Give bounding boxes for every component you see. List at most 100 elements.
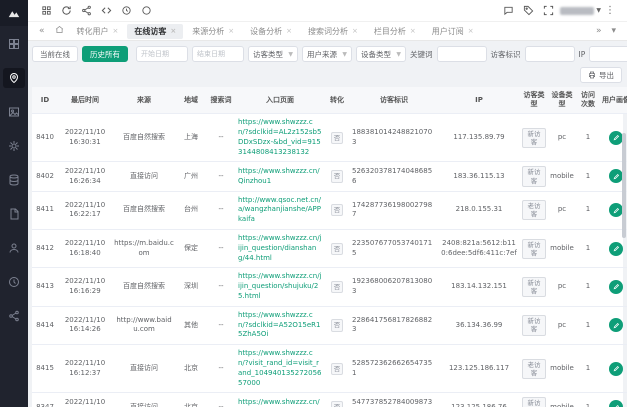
tab-user-subscription[interactable]: 用户订阅× <box>425 24 481 39</box>
cell-device-type: pc <box>548 114 576 162</box>
cell-search-word: -- <box>206 162 236 191</box>
close-tab-icon[interactable]: × <box>352 27 358 35</box>
user-profile-button[interactable] <box>609 242 623 256</box>
sidebar-item-settings[interactable] <box>3 136 25 156</box>
table-row[interactable]: 8412 2022/11/10 16:18:40 https://m.baidu… <box>32 230 627 268</box>
status-circle-icon[interactable] <box>136 3 156 19</box>
table-row[interactable]: 8347 2022/11/10 16:12:37 直接访问 北京 -- http… <box>32 393 627 407</box>
page-content: 当前在线 历史所有 访客类型▼ 用户来源▼ 设备类型▼ 关键词 访客标识 IP … <box>28 41 627 407</box>
close-tab-icon[interactable]: × <box>286 27 292 35</box>
ip-input[interactable] <box>589 46 627 62</box>
entry-page-link[interactable]: https://www.shwzzz.cn/news/hyxw/1114.htm… <box>238 398 320 407</box>
cell-id: 8412 <box>32 230 58 268</box>
table-row[interactable]: 8411 2022/11/10 16:22:17 百度自然搜索 台州 -- ht… <box>32 191 627 229</box>
tabs-collapse-left-icon[interactable]: « <box>34 26 50 36</box>
tab-column-analysis[interactable]: 栏目分析× <box>367 24 423 39</box>
close-tab-icon[interactable]: × <box>468 27 474 35</box>
entry-page-link[interactable]: https://www.shwzzz.cn/jijin_question/dia… <box>238 234 322 262</box>
dashboard-icon <box>8 38 20 50</box>
user-source-select[interactable]: 用户来源▼ <box>302 46 352 62</box>
sidebar-item-documents[interactable] <box>3 204 25 224</box>
sidebar-item-database[interactable] <box>3 170 25 190</box>
close-tab-icon[interactable]: × <box>170 27 176 35</box>
export-label: 导出 <box>599 70 614 81</box>
cell-id: 8413 <box>32 268 58 306</box>
entry-page-link[interactable]: http://www.qsoc.net.cn/a/wangzhanjianshe… <box>238 196 321 224</box>
share-icon[interactable] <box>76 3 96 19</box>
username-masked[interactable] <box>560 7 594 15</box>
close-tab-icon[interactable]: × <box>113 27 119 35</box>
cell-converted: 否 <box>324 345 350 393</box>
converted-badge: 否 <box>331 319 344 331</box>
cell-visitor-id: 5477378527840098731 <box>350 393 438 407</box>
cell-visitor-type: 新访客 <box>520 393 548 407</box>
export-button[interactable]: 导出 <box>580 67 622 83</box>
tab-searchword-analysis[interactable]: 搜索词分析× <box>301 24 365 39</box>
home-tab-icon[interactable] <box>50 25 69 37</box>
cell-last-time: 2022/11/10 16:18:40 <box>58 230 112 268</box>
user-profile-button[interactable] <box>609 400 623 407</box>
table-row[interactable]: 8414 2022/11/10 16:14:26 http://www.baid… <box>32 306 627 344</box>
history-icon[interactable] <box>116 3 136 19</box>
col-last-time: 最后时间 <box>58 87 112 114</box>
app-logo <box>0 0 28 26</box>
cell-entry-page: https://www.shwzzz.cn/?visit_rand_id=vis… <box>236 345 324 393</box>
fullscreen-icon[interactable] <box>538 3 558 19</box>
cell-ip: 183.14.132.151 <box>438 268 520 306</box>
user-profile-button[interactable] <box>609 203 623 217</box>
tabs-scroll-right-icon[interactable]: » <box>591 26 607 36</box>
vertical-scrollbar-thumb[interactable] <box>622 133 626 238</box>
tab-device-analysis[interactable]: 设备分析× <box>243 24 299 39</box>
entry-page-link[interactable]: https://www.shwzzz.cn/?sdclkid=AL2z152sb… <box>238 118 321 155</box>
pen-icon <box>613 283 620 290</box>
table-row[interactable]: 8415 2022/11/10 16:12:37 直接访问 北京 -- http… <box>32 345 627 393</box>
tag-icon[interactable] <box>518 3 538 19</box>
visitor-type-select[interactable]: 访客类型▼ <box>248 46 298 62</box>
history-all-button[interactable]: 历史所有 <box>82 46 128 62</box>
sidebar-item-visitors[interactable] <box>3 68 25 88</box>
sidebar-item-media[interactable] <box>3 102 25 122</box>
table-row[interactable]: 8402 2022/11/10 16:26:34 直接访问 广州 -- http… <box>32 162 627 191</box>
device-type-select[interactable]: 设备类型▼ <box>356 46 406 62</box>
refresh-icon[interactable] <box>56 3 76 19</box>
sidebar-item-users[interactable] <box>3 238 25 258</box>
close-tab-icon[interactable]: × <box>410 27 416 35</box>
message-icon[interactable] <box>498 3 518 19</box>
visitor-id-input[interactable] <box>525 46 575 62</box>
user-profile-button[interactable] <box>609 131 623 145</box>
start-date-input[interactable] <box>136 46 188 62</box>
user-profile-button[interactable] <box>609 318 623 332</box>
cell-entry-page: https://www.shwzzz.cn/?sdclkid=A52O15eR1… <box>236 306 324 344</box>
entry-page-link[interactable]: https://www.shwzzz.cn/?visit_rand_id=vis… <box>238 349 321 386</box>
sidebar-item-history[interactable] <box>3 272 25 292</box>
export-row: 导出 <box>31 67 624 87</box>
end-date-input[interactable] <box>192 46 244 62</box>
cell-device-type: mobile <box>548 230 576 268</box>
cell-visitor-id: 1883810142488210703 <box>350 114 438 162</box>
entry-page-link[interactable]: https://www.shwzzz.cn/jijin_question/shu… <box>238 272 322 300</box>
entry-page-link[interactable]: https://www.shwzzz.cn/Qinzhou1 <box>238 167 320 185</box>
sidebar-item-dashboard[interactable] <box>3 34 25 54</box>
col-visitor-id: 访客标识 <box>350 87 438 114</box>
entry-page-link[interactable]: https://www.shwzzz.cn/?sdclkid=A52O15eR1… <box>238 311 320 339</box>
table-row[interactable]: 8410 2022/11/10 16:30:31 百度自然搜索 上海 -- ht… <box>32 114 627 162</box>
more-menu-icon[interactable]: ⋮ <box>601 5 619 16</box>
cell-visit-count: 1 <box>576 114 600 162</box>
current-online-button[interactable]: 当前在线 <box>32 46 78 62</box>
tab-conversion-users[interactable]: 转化用户× <box>70 24 126 39</box>
keyword-input[interactable] <box>437 46 487 62</box>
close-tab-icon[interactable]: × <box>228 27 234 35</box>
cell-source: 百度自然搜索 <box>112 191 176 229</box>
visitor-type-badge: 新访客 <box>522 239 546 259</box>
code-icon[interactable] <box>96 3 116 19</box>
cell-last-time: 2022/11/10 16:16:29 <box>58 268 112 306</box>
sidebar-item-share[interactable] <box>3 306 25 326</box>
tabs-dropdown-icon[interactable]: ▾ <box>606 26 621 36</box>
apps-grid-icon[interactable] <box>36 3 56 19</box>
table-row[interactable]: 8413 2022/11/10 16:16:29 百度自然搜索 深圳 -- ht… <box>32 268 627 306</box>
tab-source-analysis[interactable]: 来源分析× <box>185 24 241 39</box>
user-profile-button[interactable] <box>609 280 623 294</box>
user-profile-button[interactable] <box>609 362 623 376</box>
tab-online-visitors[interactable]: 在线访客× <box>127 24 183 39</box>
user-profile-button[interactable] <box>609 169 623 183</box>
